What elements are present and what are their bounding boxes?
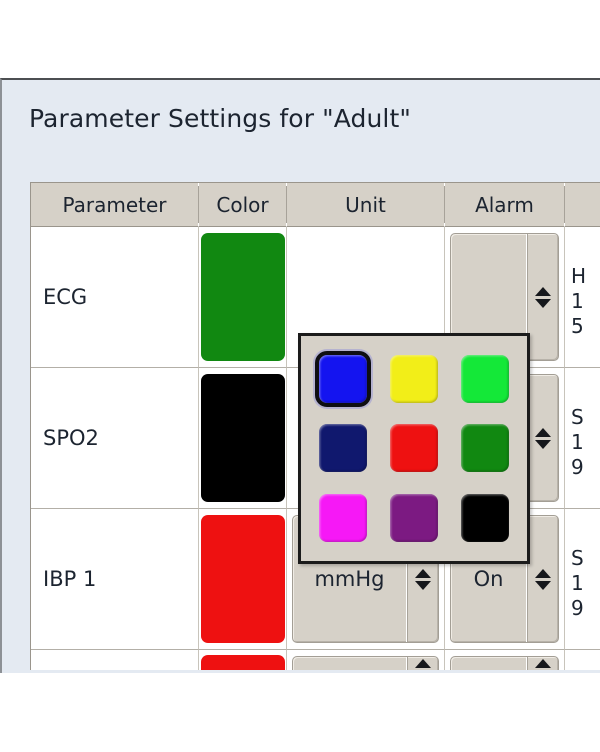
color-option-yellow[interactable] [386,350,443,408]
cell-color-swatch[interactable] [199,368,287,509]
color-chip-blue[interactable] [315,350,372,407]
chevron-up-icon[interactable] [535,659,551,668]
chevron-up-icon[interactable] [535,286,551,296]
screen-root: Parameter Settings for "Adult" Parameter… [0,0,600,752]
alarm-stepper[interactable] [527,516,558,642]
table-row[interactable] [31,650,600,670]
unit-stepper[interactable] [407,657,438,670]
color-chip-magenta[interactable] [319,494,368,543]
chevron-down-icon[interactable] [535,580,551,590]
alarm-stepper[interactable] [527,234,558,360]
color-option-bright-green[interactable] [456,350,513,408]
color-swatch-green[interactable] [201,233,285,361]
limits-line: H [571,263,587,288]
color-swatch-grid [315,350,513,547]
color-swatch-red[interactable] [201,515,285,643]
alarm-stepper[interactable] [527,375,558,501]
cell-color-swatch[interactable] [199,227,287,368]
cell-color-swatch[interactable] [199,650,287,670]
chevron-up-icon[interactable] [535,568,551,578]
color-option-magenta[interactable] [315,489,372,547]
table-header: Parameter Color Unit Alarm [31,183,600,227]
color-swatch-black[interactable] [201,374,285,502]
column-header-color[interactable]: Color [199,183,287,227]
color-option-navy[interactable] [315,420,372,478]
cell-unit-selector[interactable] [287,650,445,670]
color-chip-red[interactable] [389,424,438,473]
cell-limits[interactable]: S 1 9 [565,368,600,509]
limits-line: 9 [571,595,584,620]
chevron-up-icon[interactable] [415,659,431,668]
parameter-settings-dialog: Parameter Settings for "Adult" Parameter… [0,78,600,673]
unit-value [293,657,407,670]
color-option-blue[interactable] [315,350,372,408]
color-chip-black[interactable] [460,494,509,543]
chevron-down-icon[interactable] [415,580,431,590]
color-chip-bright-green[interactable] [460,354,509,403]
limits-line: 1 [571,570,584,595]
color-swatch-red[interactable] [201,655,285,670]
column-header-alarm[interactable]: Alarm [445,183,565,227]
color-chip-yellow[interactable] [389,354,438,403]
color-chip-purple[interactable] [389,494,438,543]
limits-line: S [571,404,584,429]
chevron-down-icon[interactable] [535,298,551,308]
cell-alarm-selector[interactable] [445,650,565,670]
column-header-unit[interactable]: Unit [287,183,445,227]
column-header-parameter[interactable]: Parameter [31,183,199,227]
color-chip-navy[interactable] [319,424,368,473]
cell-limits[interactable] [565,650,600,670]
color-chip-dark-green[interactable] [460,424,509,473]
cell-limits[interactable]: S 1 9 [565,509,600,650]
cell-color-swatch[interactable] [199,509,287,650]
cell-parameter-name [31,650,199,670]
table-header-row: Parameter Color Unit Alarm [31,183,600,227]
limits-line: 5 [571,313,584,338]
color-option-purple[interactable] [386,489,443,547]
chevron-up-icon[interactable] [415,568,431,578]
cell-limits[interactable]: H 1 5 [565,227,600,368]
alarm-value [451,657,527,670]
unit-spinner[interactable] [292,656,439,670]
cell-parameter-name: SPO2 [31,368,199,509]
alarm-stepper[interactable] [527,657,558,670]
cell-parameter-name: IBP 1 [31,509,199,650]
limits-line: 1 [571,288,584,313]
color-option-dark-green[interactable] [456,420,513,478]
limits-line: S [571,545,584,570]
chevron-up-icon[interactable] [535,427,551,437]
column-header-limits[interactable] [565,183,600,227]
page-title: Parameter Settings for "Adult" [29,104,411,133]
color-option-red[interactable] [386,420,443,478]
alarm-spinner[interactable] [450,656,559,670]
limits-line: 1 [571,429,584,454]
chevron-down-icon[interactable] [535,439,551,449]
color-option-black[interactable] [456,489,513,547]
cell-parameter-name: ECG [31,227,199,368]
limits-line: 9 [571,454,584,479]
color-picker-popup[interactable] [298,333,530,564]
